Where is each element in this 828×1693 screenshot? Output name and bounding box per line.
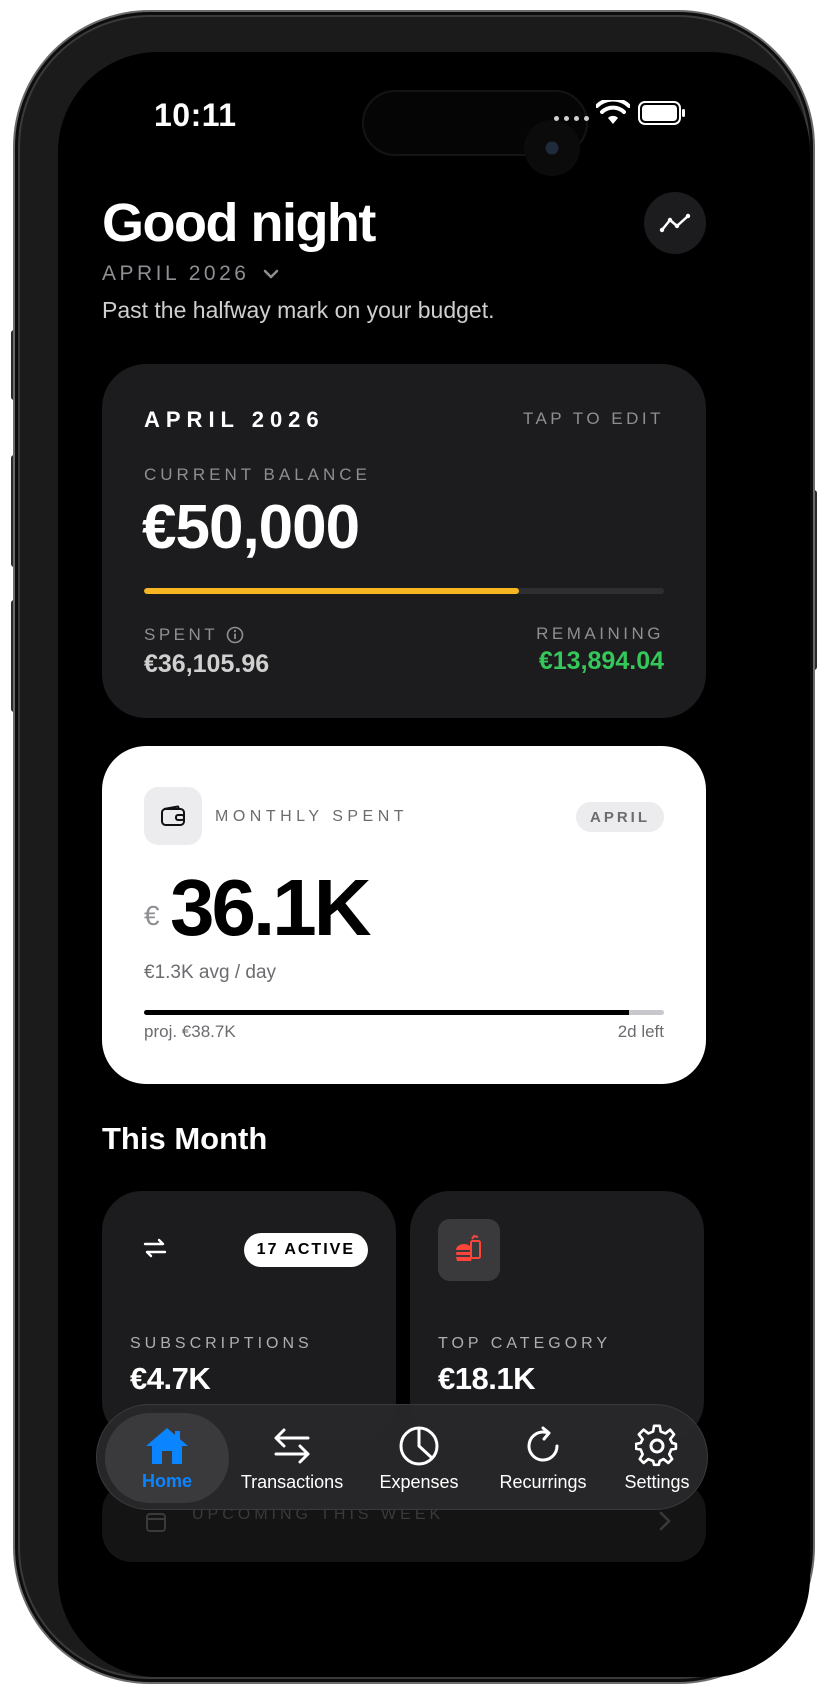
- trend-line-icon: [659, 213, 691, 233]
- arrows-icon: [274, 1428, 310, 1463]
- action-button[interactable]: [11, 330, 19, 400]
- tab-expenses[interactable]: Expenses: [361, 1405, 477, 1511]
- cellular-signal-icon: [554, 116, 589, 121]
- tab-recurrings[interactable]: Recurrings: [481, 1405, 605, 1511]
- active-count-badge: 17 ACTIVE: [243, 1233, 368, 1267]
- trends-button[interactable]: [644, 192, 706, 254]
- tab-settings[interactable]: Settings: [609, 1405, 705, 1511]
- tab-home[interactable]: Home: [105, 1413, 229, 1503]
- month-selector-label: APRIL 2026: [102, 262, 250, 285]
- current-balance-value: €50,000: [142, 493, 360, 562]
- food-icon: [438, 1219, 500, 1281]
- top-category-label: TOP CATEGORY: [438, 1335, 612, 1352]
- this-month-heading: This Month: [102, 1121, 268, 1156]
- repeat-icon: [143, 1238, 167, 1258]
- calendar-icon: [146, 1513, 166, 1532]
- budget-subtitle: Past the halfway mark on your budget.: [102, 297, 495, 323]
- top-category-value: €18.1K: [438, 1361, 535, 1396]
- balance-card-month: APRIL 2026: [144, 407, 325, 432]
- tab-expenses-label: Expenses: [379, 1471, 459, 1492]
- tab-settings-label: Settings: [624, 1471, 690, 1492]
- wifi-icon: [596, 100, 630, 124]
- gear-icon: [635, 1424, 678, 1466]
- budget-progress-fill: [144, 588, 520, 594]
- volume-up-button[interactable]: [11, 455, 19, 567]
- currency-symbol: €: [144, 900, 160, 931]
- status-time: 10:11: [154, 97, 237, 133]
- current-balance-label: CURRENT BALANCE: [144, 465, 371, 484]
- monthly-spent-label: MONTHLY SPENT: [215, 808, 409, 825]
- tab-home-label: Home: [141, 1470, 192, 1491]
- daily-average: €1.3K avg / day: [144, 962, 277, 983]
- home-icon: [146, 1427, 188, 1464]
- greeting-title: Good night: [102, 193, 376, 253]
- projection-progress-bar: [144, 1010, 664, 1015]
- tab-transactions[interactable]: Transactions: [229, 1405, 355, 1511]
- month-badge: APRIL: [576, 802, 664, 832]
- tab-recurrings-label: Recurrings: [499, 1471, 587, 1492]
- refresh-icon: [527, 1426, 559, 1461]
- battery-icon: [638, 101, 685, 125]
- camera-icon: [524, 120, 580, 176]
- spent-label: SPENT: [144, 625, 219, 644]
- power-button[interactable]: [809, 490, 817, 670]
- app-screen: 10:11 Good night APRIL 2026 Past the hal…: [58, 52, 810, 1677]
- month-selector[interactable]: APRIL 2026: [102, 262, 279, 286]
- balance-card[interactable]: APRIL 2026 TAP TO EDIT CURRENT BALANCE €…: [102, 364, 706, 718]
- subscriptions-label: SUBSCRIPTIONS: [130, 1335, 313, 1352]
- subscriptions-value: €4.7K: [130, 1361, 211, 1396]
- monthly-spent-value: 36.1K: [170, 863, 371, 952]
- spent-label-row: SPENT: [144, 625, 244, 645]
- days-left-text: 2d left: [617, 1022, 664, 1041]
- spent-value: €36,105.96: [144, 650, 270, 678]
- remaining-value: €13,894.04: [538, 647, 664, 675]
- volume-down-button[interactable]: [11, 600, 19, 712]
- tab-bar: Home Transactions Expenses Recurrings Se…: [96, 1404, 708, 1510]
- wallet-icon: [144, 787, 202, 845]
- projection-text: proj. €38.7K: [144, 1022, 236, 1041]
- phone-frame: 10:11 Good night APRIL 2026 Past the hal…: [20, 17, 810, 1677]
- info-icon[interactable]: [226, 626, 244, 644]
- remaining-label: REMAINING: [536, 624, 664, 643]
- chevron-down-icon: [264, 269, 279, 279]
- chevron-right-icon: [659, 1511, 671, 1531]
- budget-progress-bar: [144, 588, 664, 594]
- projection-progress-fill: [144, 1010, 630, 1015]
- pie-chart-icon: [399, 1426, 439, 1465]
- tab-transactions-label: Transactions: [240, 1471, 344, 1492]
- monthly-spent-card[interactable]: MONTHLY SPENT APRIL € 36.1K €1.3K avg / …: [102, 746, 706, 1084]
- tap-to-edit-hint: TAP TO EDIT: [522, 409, 664, 428]
